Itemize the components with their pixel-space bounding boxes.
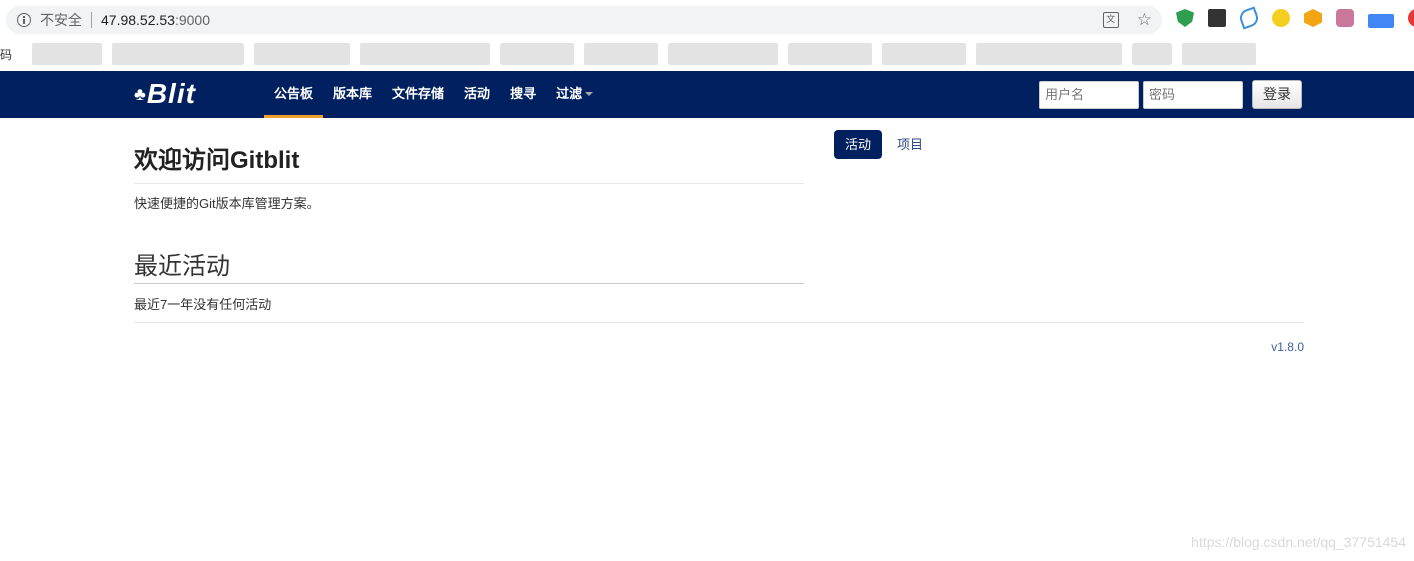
login-button[interactable]: 登录 [1252,80,1302,109]
bookmark-label[interactable]: 码 [0,46,12,63]
nav-filters-dropdown[interactable]: 过滤 [546,71,603,118]
url-port[interactable]: :9000 [175,12,210,28]
yellow-extension-icon[interactable] [1272,9,1290,27]
nav-label: 搜寻 [510,85,537,101]
divider [91,12,92,28]
nav-label: 活动 [464,85,491,101]
browser-chrome: 不安全 47.98.52.53 :9000 文 ☆ 码 [0,0,1414,71]
bookmark-item[interactable] [668,43,778,65]
bookmark-item[interactable] [976,43,1122,65]
brand-text: Blit [146,78,196,109]
footer-divider [134,322,1304,323]
nav-activity[interactable]: 活动 [454,71,500,118]
nav-filestore[interactable]: 文件存储 [382,71,454,118]
bookmark-item[interactable] [584,43,658,65]
password-input[interactable] [1143,80,1243,109]
nav-label: 版本库 [333,85,373,101]
bookmark-item[interactable] [112,43,244,65]
brand-mark-icon: ♣ [134,83,146,104]
bookmark-item[interactable] [500,43,574,65]
info-icon[interactable] [17,13,31,27]
extensions-bar [1176,6,1414,30]
main-content: 欢迎访问Gitblit 快速便捷的Git版本库管理方案。 最近活动 最近7一年没… [134,118,804,313]
caret-down-icon [585,92,594,96]
url-host[interactable]: 47.98.52.53 [101,12,175,28]
version-link[interactable]: v1.8.0 [1271,340,1304,354]
avatar-extension-icon[interactable] [1336,9,1354,27]
en-extension-icon[interactable] [1208,9,1226,27]
tagline: 快速便捷的Git版本库管理方案。 [134,196,320,211]
tab-projects[interactable]: 项目 [886,130,934,159]
bookmark-item[interactable] [882,43,966,65]
main-nav: 公告板 版本库 文件存储 活动 搜寻 过滤 [264,71,603,118]
nav-search[interactable]: 搜寻 [500,71,546,118]
shield-extension-icon[interactable] [1176,9,1194,27]
login-form: 登录 [1039,80,1302,109]
nav-dashboard[interactable]: 公告板 [264,71,324,118]
side-tabs: 活动 项目 [834,130,934,159]
top-navbar: ♣ Blit 公告板 版本库 文件存储 活动 搜寻 过滤 登录 [0,71,1414,118]
bookmarks-bar: 码 [0,40,1414,68]
bookmark-item[interactable] [32,43,102,65]
translate-icon[interactable]: 文 [1102,12,1119,28]
watermark: https://blog.csdn.net/qq_37751454 [1191,534,1406,550]
bookmark-item[interactable] [1182,43,1256,65]
hexagon-extension-icon[interactable] [1304,9,1322,27]
bookmark-item[interactable] [360,43,490,65]
username-input[interactable] [1039,80,1139,109]
nav-label: 过滤 [556,85,583,101]
bookmark-star-icon[interactable]: ☆ [1137,11,1152,28]
nav-label: 文件存储 [392,85,445,101]
recent-activity-text: 最近7一年没有任何活动 [134,297,272,312]
nav-repositories[interactable]: 版本库 [323,71,382,118]
page-title: 欢迎访问Gitblit [134,140,804,184]
insecure-label: 不安全 [40,12,82,28]
leaf-extension-icon[interactable] [1237,6,1261,30]
recent-activity-heading: 最近活动 [134,246,804,284]
calendar-extension-icon[interactable] [1368,14,1394,28]
tab-activity[interactable]: 活动 [834,130,883,159]
bookmark-item[interactable] [1132,43,1172,65]
bookmark-item[interactable] [254,43,350,65]
red-extension-icon[interactable] [1408,9,1414,27]
address-bar[interactable]: 不安全 47.98.52.53 :9000 文 ☆ [6,6,1162,34]
bookmark-item[interactable] [788,43,872,65]
nav-label: 公告板 [274,85,314,101]
gitblit-logo[interactable]: ♣ Blit [134,78,196,109]
